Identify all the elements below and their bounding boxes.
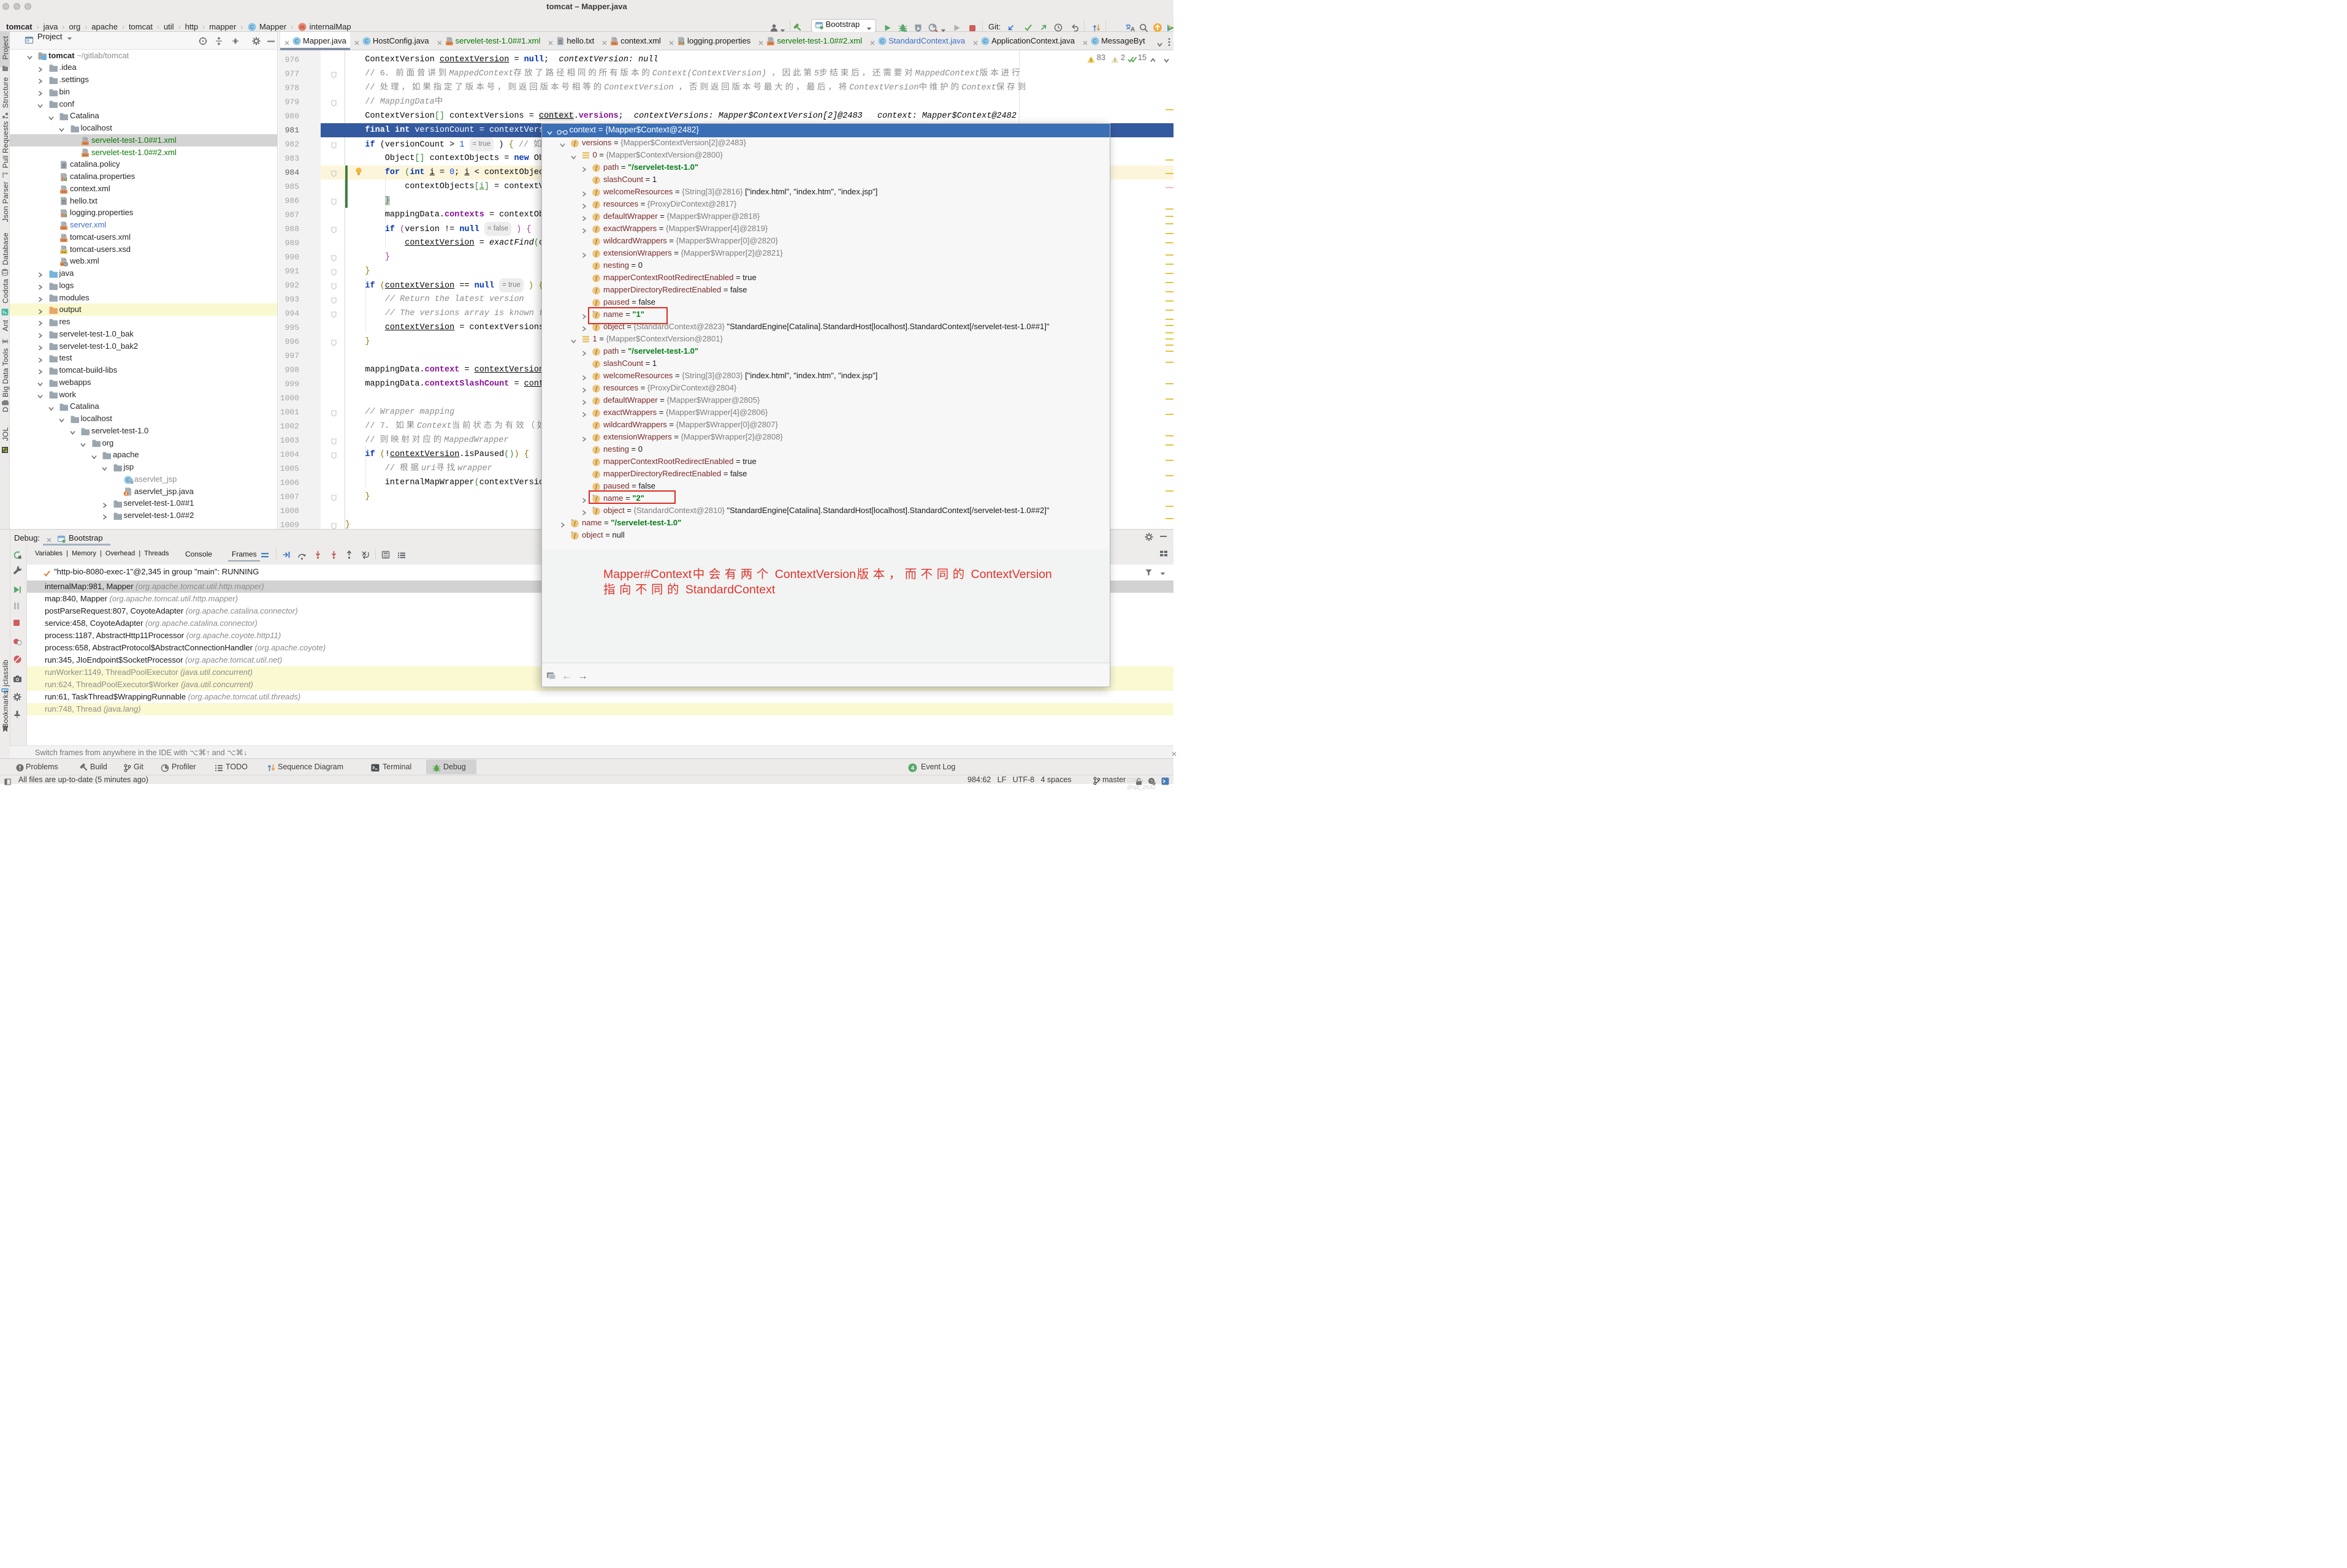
svg-text:C: C [365,38,368,44]
svg-text:<>: <> [83,142,88,146]
svg-text:4: 4 [911,765,914,771]
svg-text:<>: <> [83,153,88,158]
svg-text:<>: <> [61,190,66,194]
svg-text:J: J [125,493,128,497]
svg-text:<>: <> [612,42,617,46]
svg-text:C: C [295,38,299,44]
svg-text:<>: <> [61,238,66,243]
svg-text:C: C [983,38,987,44]
svg-text:C: C [126,477,130,483]
svg-text:C: C [1093,38,1097,44]
svg-text:C: C [250,24,254,30]
svg-text:<>: <> [769,42,774,46]
svg-text:<: < [61,262,64,267]
svg-text:xs: xs [61,250,66,254]
svg-text:<>: <> [447,42,452,46]
svg-text:<>: <> [61,226,66,230]
svg-text:m: m [300,24,305,30]
svg-text:C: C [880,38,884,44]
